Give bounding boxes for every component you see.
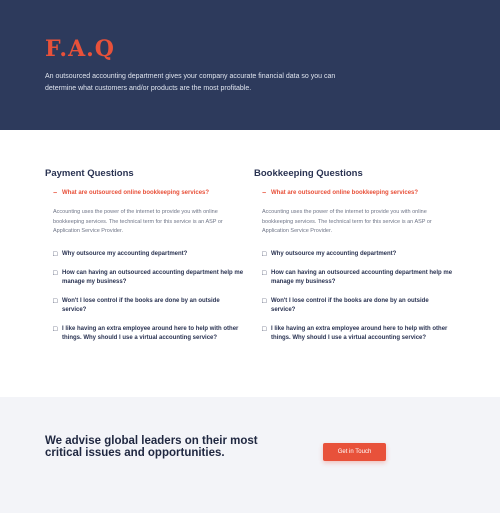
faq-item: □ Why outsource my accounting department… [45, 250, 245, 259]
cta-title: We advise global leaders on their most c… [45, 435, 258, 459]
faq-question: How can having an outsourced accounting … [271, 269, 453, 285]
faq-question-toggle[interactable]: □ I like having an extra employee around… [53, 325, 245, 343]
payment-questions-heading: Payment Questions [45, 168, 134, 179]
faq-answer: Accounting uses the power of the interne… [53, 209, 223, 234]
faq-item: □ I like having an extra employee around… [254, 325, 454, 343]
faq-item: □ How can having an outsourced accountin… [254, 269, 454, 287]
faq-hero-banner: F.A.Q An outsourced accounting departmen… [0, 0, 500, 130]
bookkeeping-questions-column: Bookkeeping Questions − What are outsour… [254, 168, 454, 353]
faq-question-toggle[interactable]: − What are outsourced online bookkeeping… [262, 189, 454, 198]
bookkeeping-questions-heading: Bookkeeping Questions [254, 168, 363, 179]
faq-list: − What are outsourced online bookkeeping… [45, 189, 245, 343]
expand-icon: □ [262, 250, 267, 258]
faq-item: □ How can having an outsourced accountin… [45, 269, 245, 287]
faq-question: I like having an extra employee around h… [62, 325, 239, 341]
expand-icon: □ [53, 325, 58, 333]
faq-item: □ I like having an extra employee around… [45, 325, 245, 343]
faq-question: Why outsource my accounting department? [271, 250, 397, 257]
faq-question: Won't I lose control if the books are do… [62, 297, 220, 313]
faq-list: − What are outsourced online bookkeeping… [254, 189, 454, 343]
faq-question-toggle[interactable]: □ I like having an extra employee around… [262, 325, 454, 343]
faq-item: □ Won't I lose control if the books are … [45, 297, 245, 315]
expand-icon: □ [262, 269, 267, 277]
collapse-icon: − [262, 190, 267, 197]
faq-question: What are outsourced online bookkeeping s… [62, 190, 210, 196]
get-in-touch-button[interactable]: Get in Touch [323, 443, 386, 461]
faq-question-toggle[interactable]: □ Why outsource my accounting department… [262, 250, 454, 259]
cta-section: We advise global leaders on their most c… [0, 397, 500, 513]
faq-question-toggle[interactable]: □ Why outsource my accounting department… [53, 250, 245, 259]
page-title: F.A.Q [45, 36, 115, 62]
expand-icon: □ [53, 269, 58, 277]
faq-question: I like having an extra employee around h… [271, 325, 448, 341]
expand-icon: □ [262, 297, 267, 305]
hero-description: An outsourced accounting department give… [45, 73, 336, 92]
faq-answer: Accounting uses the power of the interne… [262, 209, 432, 234]
faq-item: − What are outsourced online bookkeeping… [254, 189, 454, 237]
faq-question-toggle[interactable]: □ How can having an outsourced accountin… [53, 269, 245, 287]
collapse-icon: − [53, 190, 58, 197]
payment-questions-column: Payment Questions − What are outsourced … [45, 168, 245, 353]
faq-question-toggle[interactable]: □ How can having an outsourced accountin… [262, 269, 454, 287]
expand-icon: □ [53, 297, 58, 305]
faq-item: □ Won't I lose control if the books are … [254, 297, 454, 315]
faq-question: How can having an outsourced accounting … [62, 269, 244, 285]
faq-question-toggle[interactable]: □ Won't I lose control if the books are … [53, 297, 245, 315]
faq-question: Why outsource my accounting department? [62, 250, 188, 257]
faq-question-toggle[interactable]: − What are outsourced online bookkeeping… [53, 189, 245, 198]
faq-item: − What are outsourced online bookkeeping… [45, 189, 245, 237]
faq-question: Won't I lose control if the books are do… [271, 297, 429, 313]
expand-icon: □ [53, 250, 58, 258]
faq-question-toggle[interactable]: □ Won't I lose control if the books are … [262, 297, 454, 315]
faq-item: □ Why outsource my accounting department… [254, 250, 454, 259]
expand-icon: □ [262, 325, 267, 333]
faq-question: What are outsourced online bookkeeping s… [271, 190, 419, 196]
